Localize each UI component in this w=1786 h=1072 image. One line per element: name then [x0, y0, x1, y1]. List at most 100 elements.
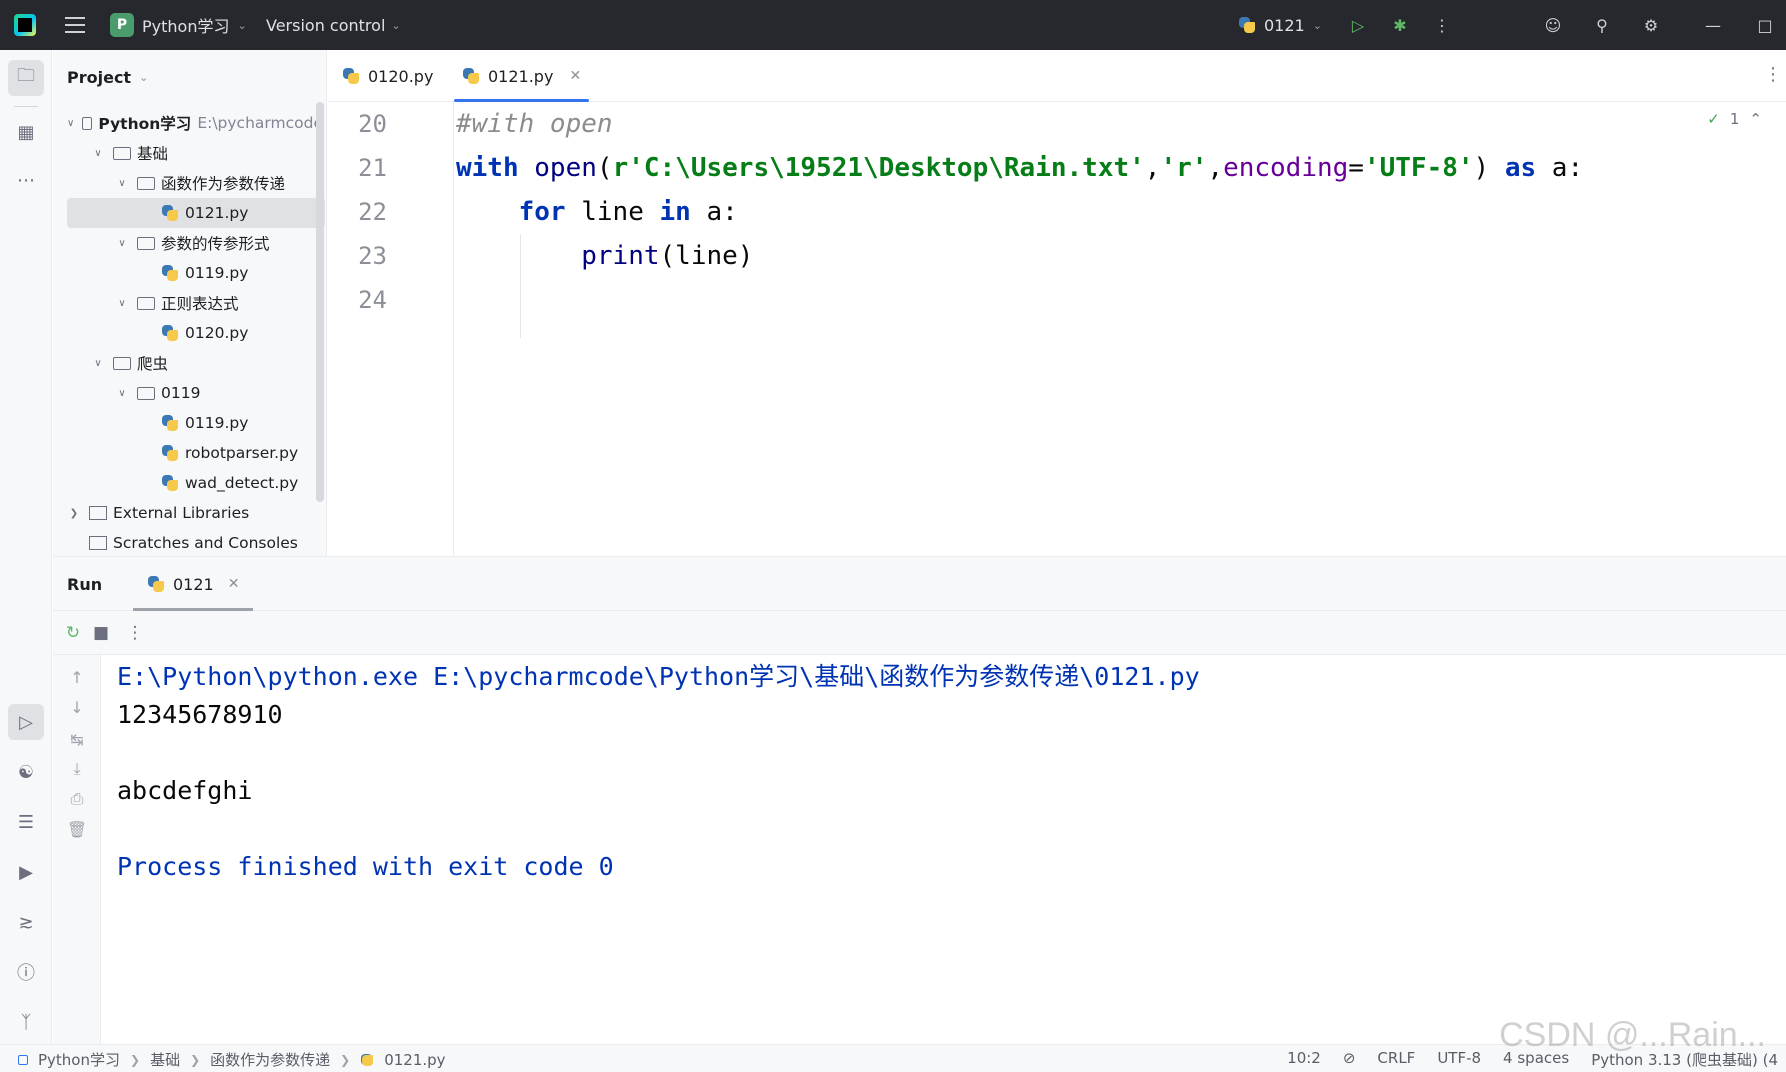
- tree-item[interactable]: wad_detect.py: [53, 468, 323, 498]
- tree-item-label: 函数作为参数传递: [161, 175, 286, 193]
- tab-0120-py[interactable]: 0120.py: [328, 50, 447, 102]
- trash-icon[interactable]: 🗑: [65, 817, 89, 841]
- inspection-widget[interactable]: ✓ 1 ⌃: [1707, 110, 1762, 128]
- watermark: CSDN @...Rain...: [1499, 1016, 1766, 1054]
- project-panel-header[interactable]: Project ⌄: [67, 68, 148, 87]
- python-file-icon: [462, 67, 480, 85]
- breadcrumb-item[interactable]: 函数作为参数传递: [210, 1049, 330, 1070]
- chevron-down-icon[interactable]: ∨: [115, 388, 129, 399]
- project-panel: Project ⌄ ∨ Python学习 E:\pycharmcode ∨ 基础 ∨ 函数作…: [53, 50, 327, 556]
- chevron-down-icon[interactable]: ∨: [115, 238, 129, 249]
- gear-icon[interactable]: ⚙: [1636, 0, 1666, 50]
- soft-wrap-icon[interactable]: ↹: [65, 727, 89, 751]
- chevron-down-icon[interactable]: ∨: [91, 148, 105, 159]
- chevron-down-icon[interactable]: ∨: [115, 178, 129, 189]
- python-icon: [147, 575, 165, 593]
- code-editor[interactable]: 20 21 22 23 24 ✓ 1 ⌃ #with open with ope…: [328, 102, 1786, 556]
- line-number: 20: [358, 110, 387, 138]
- tree-item[interactable]: ∨ 参数的传参形式: [53, 228, 323, 258]
- breadcrumb-item[interactable]: Python学习: [38, 1049, 120, 1070]
- tree-item-label: wad_detect.py: [185, 474, 299, 492]
- tree-item[interactable]: ∨ 函数作为参数传递: [53, 168, 323, 198]
- more-tools-icon[interactable]: ⋯: [8, 162, 44, 198]
- caret-position[interactable]: 10:2: [1287, 1049, 1321, 1070]
- console-side-toolbar: ↑ ↓ ↹ ⤓ ⎙ 🗑: [53, 655, 101, 1045]
- tree-item-label: 0119: [161, 384, 201, 402]
- scroll-to-end-icon[interactable]: ⤓: [65, 757, 89, 781]
- arrow-up-icon[interactable]: ↑: [65, 665, 89, 689]
- scratches-icon: [89, 536, 107, 550]
- more-tabs-icon[interactable]: ⋮: [1764, 64, 1782, 85]
- more-actions-icon[interactable]: ⋮: [123, 621, 147, 645]
- python-packages-icon[interactable]: ☰: [8, 804, 44, 840]
- project-switcher[interactable]: P Python学习 ⌄: [110, 0, 247, 50]
- more-actions-icon[interactable]: ⋮: [1427, 0, 1457, 50]
- console-line: abcdefghi: [117, 776, 253, 805]
- main-menu-icon[interactable]: [62, 0, 88, 50]
- maximize-icon[interactable]: □: [1750, 0, 1780, 50]
- project-badge: P: [110, 13, 134, 37]
- check-icon: ✓: [1707, 110, 1720, 128]
- tree-item[interactable]: ∨ 基础: [53, 138, 323, 168]
- console-output[interactable]: E:\Python\python.exe E:\pycharmcode\Pyth…: [109, 655, 1779, 1045]
- services-icon[interactable]: ▶: [8, 854, 44, 890]
- structure-icon[interactable]: ▦: [8, 114, 44, 150]
- tree-item-label: 0119.py: [185, 414, 249, 432]
- tree-item[interactable]: robotparser.py: [53, 438, 323, 468]
- arrow-down-icon[interactable]: ↓: [65, 695, 89, 719]
- pycharm-logo-icon: [14, 0, 38, 50]
- chevron-right-icon[interactable]: ❯: [67, 508, 81, 519]
- add-user-icon[interactable]: ☺: [1538, 0, 1568, 50]
- breadcrumb-item[interactable]: 0121.py: [384, 1051, 445, 1069]
- project-folder-icon[interactable]: 🗀: [8, 60, 44, 96]
- run-tab-0121[interactable]: 0121 ✕: [133, 557, 254, 611]
- chevron-down-icon[interactable]: ∨: [67, 118, 74, 129]
- editor-tab-bar: 0120.py 0121.py ✕ ⋮: [328, 50, 1786, 102]
- tree-item[interactable]: 0119.py: [53, 408, 323, 438]
- python-console-icon[interactable]: ☯: [8, 754, 44, 790]
- tree-item[interactable]: ❯ External Libraries: [53, 498, 323, 528]
- search-icon[interactable]: ⚲: [1587, 0, 1617, 50]
- tree-item[interactable]: ∨ Python学习 E:\pycharmcode: [53, 108, 323, 138]
- tree-item[interactable]: 0121.py: [67, 198, 325, 228]
- run-configuration-selector[interactable]: 0121 ⌄: [1238, 0, 1322, 50]
- rerun-icon[interactable]: ↻: [61, 621, 85, 645]
- problems-icon[interactable]: ⓘ: [8, 954, 44, 990]
- tree-item[interactable]: 0119.py: [53, 258, 323, 288]
- line-ending[interactable]: CRLF: [1377, 1049, 1415, 1070]
- run-tool-icon[interactable]: ▷: [8, 704, 44, 740]
- chevron-right-icon: ❯: [130, 1052, 141, 1067]
- line-number: 21: [358, 154, 387, 182]
- tab-0121-py[interactable]: 0121.py ✕: [448, 50, 595, 102]
- file-encoding[interactable]: UTF-8: [1437, 1049, 1481, 1070]
- chevron-up-icon[interactable]: ⌃: [1749, 110, 1762, 128]
- folder-icon: [82, 116, 93, 130]
- tree-item[interactable]: ∨ 正则表达式: [53, 288, 323, 318]
- close-icon[interactable]: ✕: [228, 576, 240, 592]
- tree-item-label: 0120.py: [185, 324, 249, 342]
- tree-scrollbar[interactable]: [316, 102, 324, 502]
- debug-icon[interactable]: ✱: [1385, 0, 1415, 50]
- terminal-icon[interactable]: ≳: [8, 904, 44, 940]
- tree-item[interactable]: ∨ 爬虫: [53, 348, 323, 378]
- breadcrumb-item[interactable]: 基础: [150, 1049, 180, 1070]
- readonly-toggle-icon[interactable]: ⊘: [1343, 1049, 1356, 1070]
- print-icon[interactable]: ⎙: [65, 787, 89, 811]
- stop-icon[interactable]: ■: [89, 621, 113, 645]
- tree-item[interactable]: ∨ 0119: [53, 378, 323, 408]
- git-branch-icon[interactable]: ᛉ: [8, 1004, 44, 1040]
- chevron-down-icon: ⌄: [237, 18, 247, 32]
- version-control-menu[interactable]: Version control ⌄: [266, 0, 401, 50]
- tree-item[interactable]: 0120.py: [53, 318, 323, 348]
- tree-item[interactable]: Scratches and Consoles: [53, 528, 323, 556]
- chevron-down-icon: ⌄: [391, 18, 401, 32]
- tree-item-label: 爬虫: [137, 355, 169, 373]
- run-toolbar: ↻ ■ ⋮: [53, 611, 1786, 655]
- run-icon[interactable]: ▷: [1343, 0, 1373, 50]
- folder-icon: [137, 386, 155, 400]
- close-icon[interactable]: ✕: [569, 68, 581, 84]
- chevron-down-icon[interactable]: ∨: [91, 358, 105, 369]
- minimize-icon[interactable]: —: [1698, 0, 1728, 50]
- chevron-down-icon[interactable]: ∨: [115, 298, 129, 309]
- tree-item-label: External Libraries: [113, 504, 250, 522]
